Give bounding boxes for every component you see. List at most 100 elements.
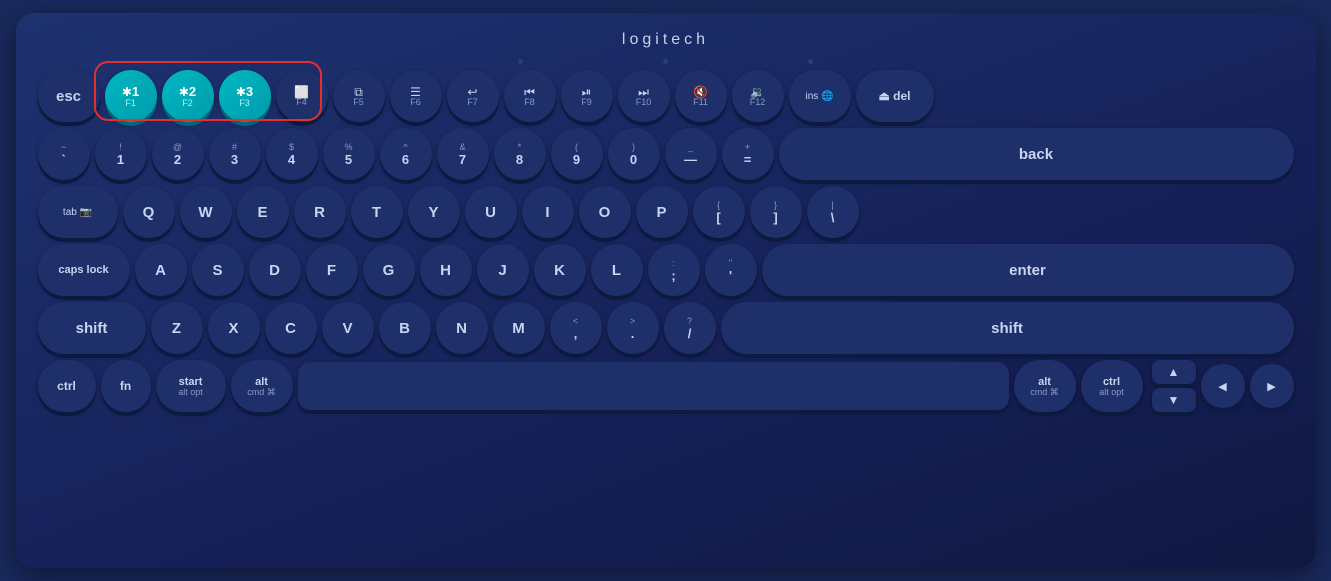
key-1[interactable]: ! 1 [95,128,147,180]
key-alt-left[interactable]: alt cmd ⌘ [231,360,293,412]
key-b[interactable]: B [379,302,431,354]
period-bot: . [631,326,635,341]
s-label: S [212,263,222,278]
key-ctrl-right[interactable]: ctrl alt opt [1081,360,1143,412]
key-arrow-up[interactable]: ▲ [1152,360,1196,384]
key-fn[interactable]: fn [101,360,151,412]
key-d[interactable]: D [249,244,301,296]
key-bt3-f3[interactable]: ✱3 F3 [219,70,271,122]
key-f7[interactable]: ↩ F7 [447,70,499,122]
key-quote[interactable]: " ' [705,244,757,296]
key-equals[interactable]: + = [722,128,774,180]
key-z[interactable]: Z [151,302,203,354]
key-m[interactable]: M [493,302,545,354]
f8-label: F8 [524,98,535,107]
key-f9[interactable]: ⏯ F9 [561,70,613,122]
key-r[interactable]: R [294,186,346,238]
key-w[interactable]: W [180,186,232,238]
key-x[interactable]: X [208,302,260,354]
key-ins[interactable]: ins 🌐 [789,70,851,122]
key-u[interactable]: U [465,186,517,238]
key-backslash[interactable]: | \ [807,186,859,238]
capslock-label: caps lock [58,265,108,276]
key-slash[interactable]: ? / [664,302,716,354]
key-p[interactable]: P [636,186,688,238]
key-v[interactable]: V [322,302,374,354]
key-bt2-f2[interactable]: ✱2 F2 [162,70,214,122]
key-e[interactable]: E [237,186,289,238]
key-f6[interactable]: ☰ F6 [390,70,442,122]
bt3-fn-label: F3 [239,99,250,108]
key-t[interactable]: T [351,186,403,238]
start-sublabel: alt opt [178,388,203,397]
key-start[interactable]: start alt opt [156,360,226,412]
key-del[interactable]: ⏏ del [856,70,934,122]
key4-bot: 4 [288,152,295,167]
comma-top: < [573,316,578,326]
o-label: O [599,205,611,220]
rbracket-bot: ] [773,210,777,225]
key-s[interactable]: S [192,244,244,296]
key-space[interactable] [298,362,1009,410]
key-k[interactable]: K [534,244,586,296]
key-ctrl-left[interactable]: ctrl [38,360,96,412]
key-arrow-right[interactable]: ▶ [1250,364,1294,408]
key-bt1-f1[interactable]: ✱1 F1 [105,70,157,122]
key-lbracket[interactable]: { [ [693,186,745,238]
key1-top: ! [119,142,122,152]
key-tab[interactable]: tab 📷 [38,186,118,238]
key-enter[interactable]: enter [762,244,1294,296]
dot-3 [808,59,813,64]
key-i[interactable]: I [522,186,574,238]
key-f10[interactable]: ⏭ F10 [618,70,670,122]
key-capslock[interactable]: caps lock [38,244,130,296]
key-2[interactable]: @ 2 [152,128,204,180]
key-6[interactable]: ^ 6 [380,128,432,180]
tab-label: tab 📷 [63,207,92,218]
alt-right-sublabel: cmd ⌘ [1030,388,1059,397]
key-f8[interactable]: ⏮ F8 [504,70,556,122]
key-f[interactable]: F [306,244,358,296]
arrow-left-icon: ◀ [1218,380,1226,393]
key-3[interactable]: # 3 [209,128,261,180]
key-f4[interactable]: ⬜ F4 [276,70,328,122]
key-q[interactable]: Q [123,186,175,238]
key-f11[interactable]: 🔇 F11 [675,70,727,122]
key-5[interactable]: % 5 [323,128,375,180]
key-arrow-left[interactable]: ◀ [1201,364,1245,408]
key-l[interactable]: L [591,244,643,296]
key-9[interactable]: ( 9 [551,128,603,180]
key-c[interactable]: C [265,302,317,354]
key-backspace[interactable]: back [779,128,1294,180]
key-o[interactable]: O [579,186,631,238]
key-7[interactable]: & 7 [437,128,489,180]
keyboard-rows: esc ✱1 F1 ✱2 F2 ✱3 F3 ⬜ F4 [38,70,1294,412]
key-n[interactable]: N [436,302,488,354]
key-arrow-down[interactable]: ▼ [1152,388,1196,412]
key-shift-left[interactable]: shift [38,302,146,354]
key9-top: ( [575,142,578,152]
key-esc[interactable]: esc [38,70,100,122]
key-shift-right[interactable]: shift [721,302,1294,354]
key-a[interactable]: A [135,244,187,296]
key-8[interactable]: * 8 [494,128,546,180]
key-rbracket[interactable]: } ] [750,186,802,238]
lbracket-top: { [717,200,720,210]
key-j[interactable]: J [477,244,529,296]
key-4[interactable]: $ 4 [266,128,318,180]
key1-bot: 1 [117,152,124,167]
key-h[interactable]: H [420,244,472,296]
f5-icon: ⧉ [354,86,363,98]
key-f5[interactable]: ⧉ F5 [333,70,385,122]
key-g[interactable]: G [363,244,415,296]
ctrl-left-label: ctrl [57,380,76,392]
key-comma[interactable]: < , [550,302,602,354]
key-y[interactable]: Y [408,186,460,238]
key-tilde[interactable]: ~ ` [38,128,90,180]
key-f12[interactable]: 🔉 F12 [732,70,784,122]
key-semicolon[interactable]: : ; [648,244,700,296]
key-0[interactable]: ) 0 [608,128,660,180]
key-alt-right[interactable]: alt cmd ⌘ [1014,360,1076,412]
key-minus[interactable]: _ — [665,128,717,180]
key-period[interactable]: > . [607,302,659,354]
